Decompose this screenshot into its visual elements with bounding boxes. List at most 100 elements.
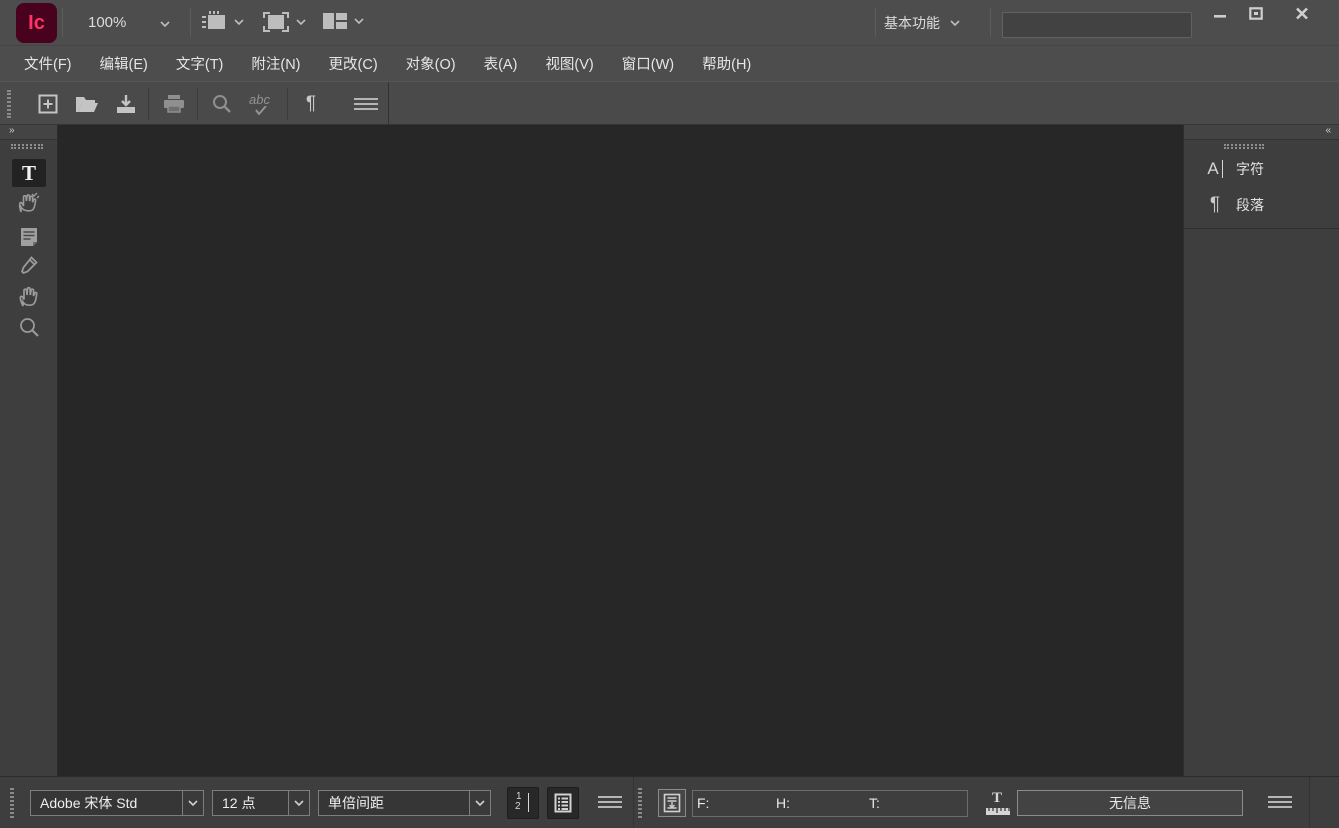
note-tool[interactable]	[12, 189, 46, 217]
leading-dropdown-button[interactable]	[470, 790, 491, 816]
new-document-button[interactable]	[33, 89, 63, 119]
show-hidden-characters-button[interactable]: ¶	[296, 89, 326, 119]
search-input[interactable]	[1002, 12, 1192, 38]
arrange-documents-dropdown[interactable]	[322, 10, 364, 32]
divider	[990, 8, 991, 37]
font-family-select[interactable]: Adobe 宋体 Std	[30, 790, 183, 816]
copyfit-progress-button[interactable]	[658, 789, 686, 817]
print-button[interactable]	[159, 89, 189, 119]
menu-object[interactable]: 对象(O)	[396, 47, 466, 80]
spellcheck-icon: abc	[248, 92, 274, 116]
note-hand-icon	[18, 192, 40, 213]
workspace-switcher[interactable]: 基本功能	[884, 0, 960, 45]
character-panel-label: 字符	[1236, 161, 1264, 177]
close-icon	[1296, 7, 1308, 20]
new-document-icon	[38, 94, 58, 114]
divider	[388, 82, 389, 126]
screen-mode-dropdown[interactable]	[262, 10, 306, 34]
text-options-menu-button[interactable]	[598, 796, 622, 808]
save-button[interactable]	[111, 89, 141, 119]
type-tool[interactable]: T	[12, 159, 46, 187]
chevron-down-icon	[234, 19, 244, 25]
divider	[62, 8, 63, 37]
find-button[interactable]	[207, 89, 237, 119]
status-info-box: 无信息	[1017, 790, 1243, 816]
text-depth-indicator[interactable]: T	[985, 789, 1011, 817]
copyfit-icon	[663, 793, 681, 813]
font-size-select[interactable]: 12 点	[212, 790, 289, 816]
info-menu-button[interactable]	[1268, 796, 1292, 808]
copyfit-h-label: H:	[776, 795, 790, 811]
paragraph-panel-tab[interactable]: ¶ 段落	[1184, 187, 1339, 223]
maximize-button[interactable]	[1237, 0, 1275, 27]
menu-help[interactable]: 帮助(H)	[692, 47, 761, 80]
divider	[148, 88, 149, 120]
note-document-icon	[21, 228, 37, 246]
menu-changes[interactable]: 更改(C)	[319, 47, 388, 80]
view-options-icon	[202, 11, 225, 29]
divider	[287, 88, 288, 120]
spellcheck-button[interactable]: abc	[246, 89, 276, 119]
line-numbers-toggle[interactable]: 1 2	[507, 787, 539, 819]
dock-header: «	[1184, 125, 1339, 140]
right-dock-panel: « A 字符 ¶ 段落	[1183, 125, 1339, 776]
open-document-button[interactable]	[72, 89, 102, 119]
main-area: » T « A 字符 ¶ 段落	[0, 125, 1339, 776]
copyfit-t-label: T:	[869, 795, 880, 811]
zoom-level-value: 100%	[88, 14, 127, 31]
tools-panel-drag-handle[interactable]	[11, 144, 43, 149]
toolbar-drag-handle[interactable]	[7, 90, 11, 118]
zoom-tool[interactable]	[12, 313, 46, 341]
paragraph-panel-icon: ¶	[1209, 194, 1221, 215]
eyedropper-tool[interactable]	[12, 252, 46, 280]
menu-view[interactable]: 视图(V)	[535, 47, 603, 80]
expand-panel-icon[interactable]: »	[9, 125, 14, 136]
menu-notes[interactable]: 附注(N)	[241, 47, 310, 80]
copyfit-drag-handle[interactable]	[638, 788, 642, 818]
document-canvas[interactable]	[58, 125, 1183, 776]
copyfit-f-label: F:	[697, 795, 710, 811]
copyfit-info-box: F: H: T:	[692, 790, 968, 817]
menu-file[interactable]: 文件(F)	[14, 47, 82, 80]
status-info-text: 无信息	[1109, 795, 1151, 811]
workspace-label: 基本功能	[884, 14, 940, 31]
menu-edit[interactable]: 编辑(E)	[90, 47, 158, 80]
story-editor-toggle[interactable]	[547, 787, 579, 819]
application-bar: Ic 100% 基本功能	[0, 0, 1339, 45]
divider	[1309, 777, 1310, 828]
font-family-dropdown-button[interactable]	[183, 790, 204, 816]
minimize-button[interactable]	[1201, 0, 1239, 27]
dock-drag-handle[interactable]	[1224, 144, 1264, 149]
character-panel-tab[interactable]: A 字符	[1184, 151, 1339, 187]
menu-window[interactable]: 窗口(W)	[612, 47, 684, 80]
font-size-value: 12 点	[222, 795, 256, 811]
arrange-documents-icon	[323, 13, 347, 29]
menu-type[interactable]: 文字(T)	[166, 47, 234, 80]
control-strip-drag-handle[interactable]	[10, 788, 14, 818]
search-icon	[213, 95, 231, 113]
chevron-down-icon	[950, 19, 960, 26]
toolbar-menu-button[interactable]	[351, 89, 381, 119]
print-icon	[164, 95, 184, 113]
type-tool-icon: T	[21, 160, 36, 185]
close-button[interactable]	[1283, 0, 1321, 27]
tools-panel: » T	[0, 125, 58, 776]
zoom-level-dropdown[interactable]: 100%	[72, 0, 190, 45]
leading-value: 单倍间距	[328, 795, 384, 811]
line-numbers-icon: 1 2	[515, 792, 531, 814]
hamburger-menu-icon	[598, 796, 622, 808]
divider	[875, 8, 876, 37]
view-options-dropdown[interactable]	[200, 10, 244, 34]
hamburger-menu-icon	[354, 98, 378, 110]
leading-select[interactable]: 单倍间距	[318, 790, 470, 816]
story-list-icon	[554, 793, 572, 813]
menu-table[interactable]: 表(A)	[474, 47, 528, 80]
notes-view-tool[interactable]	[12, 223, 46, 251]
hand-tool[interactable]	[12, 282, 46, 310]
collapse-panel-icon[interactable]: «	[1325, 125, 1330, 136]
font-size-dropdown-button[interactable]	[289, 790, 310, 816]
divider	[633, 777, 634, 828]
hand-icon	[19, 286, 38, 306]
pilcrow-icon: ¶	[305, 93, 317, 114]
save-icon	[117, 95, 135, 113]
